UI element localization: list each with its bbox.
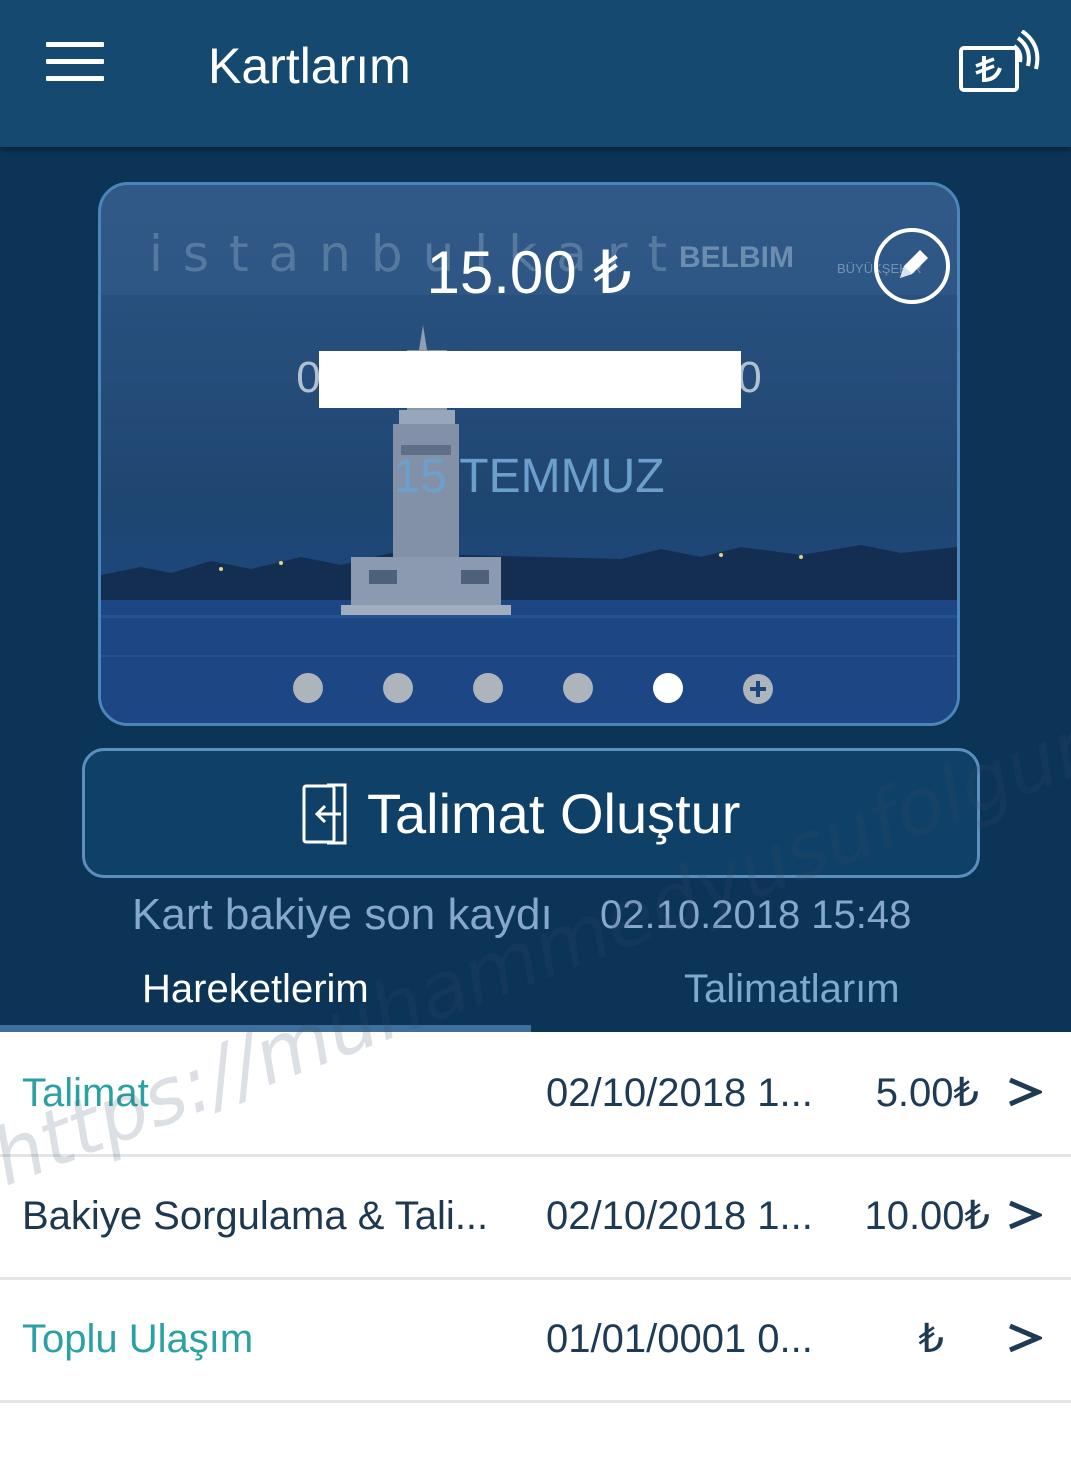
tab-hareketlerim[interactable]: Hareketlerim bbox=[142, 964, 369, 1014]
transaction-type: Talimat bbox=[22, 1071, 149, 1115]
chevron-right-icon[interactable] bbox=[1006, 1197, 1045, 1233]
active-tab-indicator bbox=[0, 1025, 531, 1032]
transaction-amount: ₺ bbox=[918, 1317, 944, 1361]
app-header: Kartlarım bbox=[0, 0, 1071, 147]
transaction-date: 02/10/2018 1... bbox=[546, 1071, 813, 1115]
card-pager bbox=[101, 671, 957, 705]
tab-talimatlarim[interactable]: Talimatlarım bbox=[684, 964, 900, 1014]
transaction-amount: 5.00₺ bbox=[875, 1071, 979, 1115]
create-instruction-button[interactable]: Talimat Oluştur bbox=[82, 748, 980, 878]
pager-dot-active[interactable] bbox=[653, 673, 683, 703]
last-record-label: Kart bakiye son kaydı bbox=[132, 890, 553, 939]
transaction-type: Toplu Ulaşım bbox=[22, 1317, 254, 1361]
hamburger-menu-icon[interactable] bbox=[46, 42, 104, 82]
redaction-box bbox=[319, 351, 741, 408]
create-instruction-label: Talimat Oluştur bbox=[367, 782, 741, 845]
page-title: Kartlarım bbox=[208, 38, 411, 94]
table-row[interactable]: Bakiye Sorgulama & Tali... 02/10/2018 1.… bbox=[0, 1155, 1071, 1280]
card-name: 15 TEMMUZ bbox=[393, 450, 665, 503]
pager-dot[interactable] bbox=[473, 673, 503, 703]
last-record-timestamp: 02.10.2018 15:48 bbox=[600, 893, 912, 937]
pager-dot[interactable] bbox=[563, 673, 593, 703]
pager-dot[interactable] bbox=[383, 673, 413, 703]
pager-dot[interactable] bbox=[293, 673, 323, 703]
pencil-icon[interactable] bbox=[874, 228, 950, 304]
transaction-date: 02/10/2018 1... bbox=[546, 1194, 813, 1238]
plus-circle-icon[interactable] bbox=[742, 673, 774, 705]
table-row[interactable]: Talimat 02/10/2018 1... 5.00₺ bbox=[0, 1032, 1071, 1157]
transaction-type: Bakiye Sorgulama & Tali... bbox=[22, 1194, 489, 1238]
card-insert-icon bbox=[301, 783, 351, 845]
table-row[interactable]: Toplu Ulaşım 01/01/0001 0... ₺ bbox=[0, 1278, 1071, 1403]
istanbulkart-card[interactable]: istanbulkart BELBIM BÜYÜKŞEHİR 15.00 ₺ 0… bbox=[98, 182, 960, 726]
lira-nfc-icon[interactable] bbox=[956, 29, 1040, 98]
transaction-amount: 10.00₺ bbox=[864, 1194, 990, 1238]
chevron-right-icon[interactable] bbox=[1006, 1074, 1045, 1110]
chevron-right-icon[interactable] bbox=[1006, 1320, 1045, 1356]
card-balance: 15.00 ₺ bbox=[426, 239, 632, 306]
